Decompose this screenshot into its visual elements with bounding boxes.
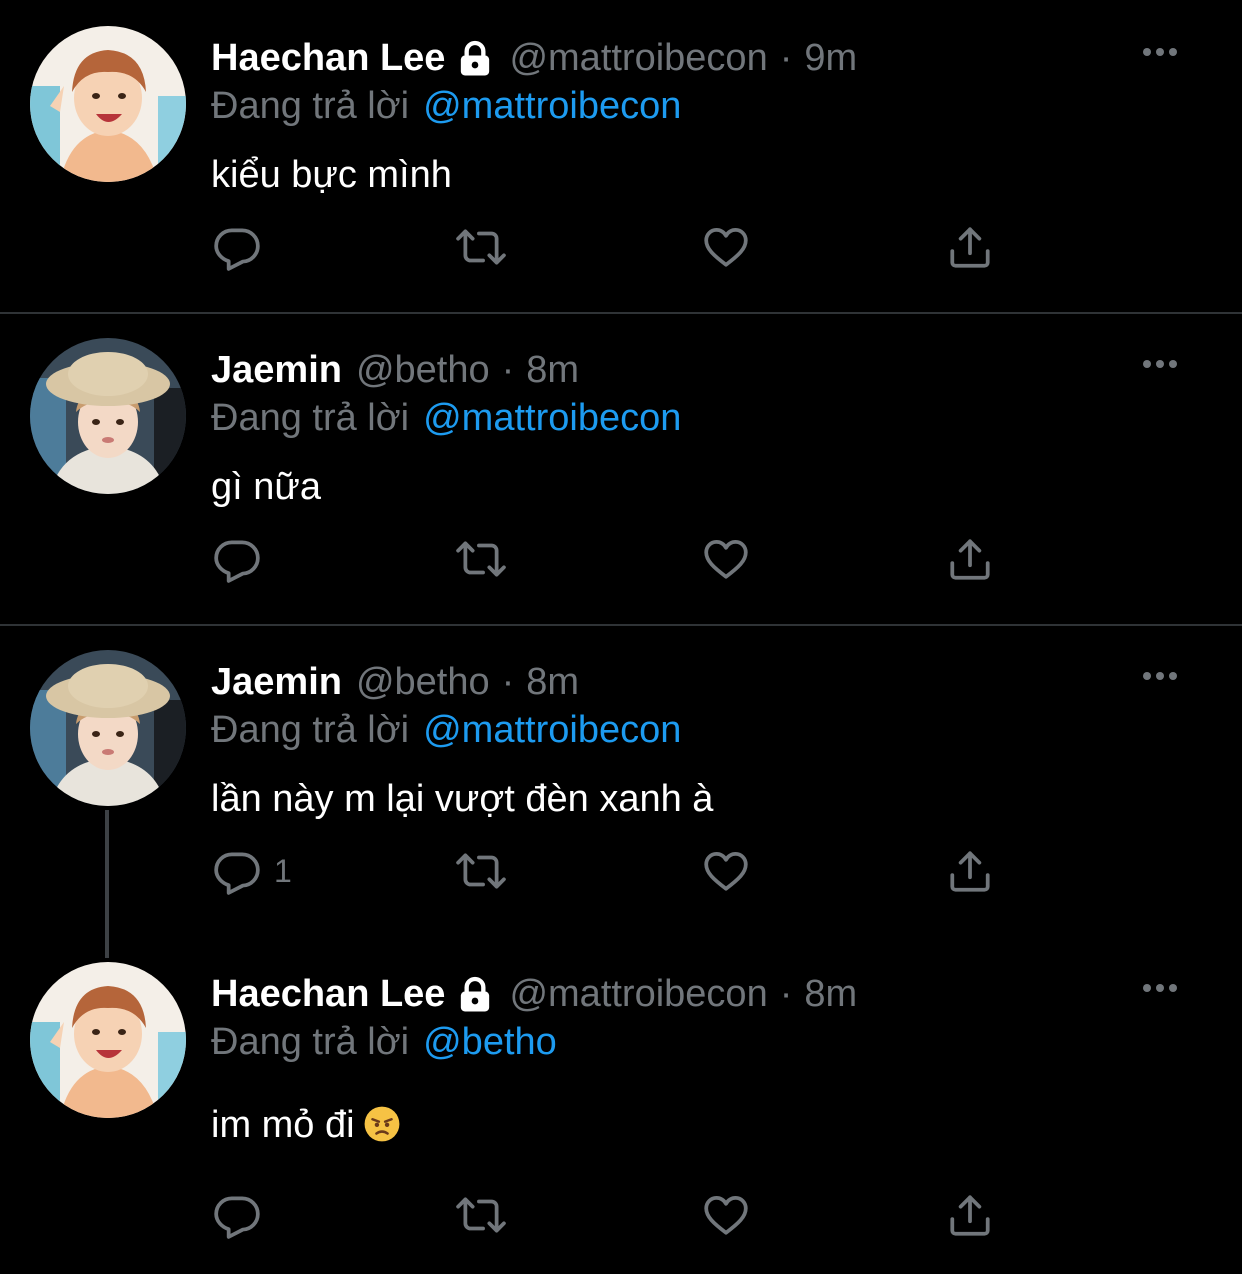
replying-to: Đang trả lời @mattroibecon <box>211 84 681 128</box>
retweet-icon <box>456 222 506 272</box>
action-bar <box>0 534 1242 618</box>
share-button[interactable] <box>945 534 995 584</box>
display-name[interactable]: Jaemin <box>211 348 342 392</box>
tweet[interactable]: Haechan Lee @mattroibecon · 9m Đang trả … <box>0 0 1242 312</box>
user-handle[interactable]: @betho <box>356 660 490 704</box>
action-bar: 1 <box>0 846 1242 930</box>
like-button[interactable] <box>701 534 751 584</box>
tweet-text: im mỏ đi <box>211 1102 401 1148</box>
tweet[interactable]: Jaemin @betho · 8m Đang trả lời @mattroib… <box>0 624 1242 958</box>
retweet-icon <box>456 846 506 896</box>
reply-icon <box>212 1190 262 1240</box>
tweet-text-content: im mỏ đi <box>211 1104 355 1146</box>
reply-button[interactable]: 1 <box>212 846 292 896</box>
display-name[interactable]: Haechan Lee <box>211 36 445 80</box>
replying-label: Đang trả lời <box>211 1021 410 1063</box>
action-bar <box>0 222 1242 306</box>
heart-icon <box>701 1190 751 1240</box>
more-icon[interactable] <box>1140 352 1180 376</box>
reply-button[interactable] <box>212 1190 274 1240</box>
retweet-button[interactable] <box>456 222 506 272</box>
retweet-button[interactable] <box>456 534 506 584</box>
mention-link[interactable]: @betho <box>423 1021 557 1063</box>
heart-icon <box>701 222 751 272</box>
share-icon <box>945 222 995 272</box>
avatar[interactable] <box>30 650 186 806</box>
tweet-header: Jaemin @betho · 8m <box>211 660 579 704</box>
reply-icon <box>212 534 262 584</box>
timestamp[interactable]: 8m <box>526 660 579 704</box>
tweet-header: Haechan Lee @mattroibecon · 8m <box>211 972 857 1016</box>
share-icon <box>945 534 995 584</box>
separator-dot: · <box>501 349 515 391</box>
tweet-text: gì nữa <box>211 466 321 508</box>
user-handle[interactable]: @mattroibecon <box>509 36 767 80</box>
replying-label: Đang trả lời <box>211 397 410 439</box>
action-bar <box>0 1190 1242 1274</box>
replying-to: Đang trả lời @betho <box>211 1020 557 1064</box>
retweet-icon <box>456 534 506 584</box>
like-button[interactable] <box>701 1190 751 1240</box>
separator-dot: · <box>779 973 793 1015</box>
timestamp[interactable]: 9m <box>804 36 857 80</box>
avatar[interactable] <box>30 338 186 494</box>
heart-icon <box>701 534 751 584</box>
tweet-header: Jaemin @betho · 8m <box>211 348 579 392</box>
reply-button[interactable] <box>212 534 274 584</box>
separator-dot: · <box>779 37 793 79</box>
angry-face-icon <box>363 1105 401 1143</box>
more-icon[interactable] <box>1140 664 1180 688</box>
reply-icon <box>212 222 262 272</box>
retweet-button[interactable] <box>456 1190 506 1240</box>
heart-icon <box>701 846 751 896</box>
replying-to: Đang trả lời @mattroibecon <box>211 396 681 440</box>
timestamp[interactable]: 8m <box>804 972 857 1016</box>
lock-icon <box>455 38 495 78</box>
mention-link[interactable]: @mattroibecon <box>423 397 681 439</box>
tweet-text: kiểu bực mình <box>211 154 452 196</box>
lock-icon <box>455 974 495 1014</box>
separator-dot: · <box>501 661 515 703</box>
retweet-icon <box>456 1190 506 1240</box>
user-handle[interactable]: @mattroibecon <box>509 972 767 1016</box>
timestamp[interactable]: 8m <box>526 348 579 392</box>
reply-icon <box>212 846 262 896</box>
user-handle[interactable]: @betho <box>356 348 490 392</box>
replying-label: Đang trả lời <box>211 85 410 127</box>
tweet[interactable]: Haechan Lee @mattroibecon · 8m Đang trả … <box>0 938 1242 1264</box>
avatar[interactable] <box>30 962 186 1118</box>
mention-link[interactable]: @mattroibecon <box>423 709 681 751</box>
share-button[interactable] <box>945 222 995 272</box>
share-button[interactable] <box>945 846 995 896</box>
tweet-text: lần này m lại vượt đèn xanh à <box>211 778 714 820</box>
share-icon <box>945 1190 995 1240</box>
avatar[interactable] <box>30 26 186 182</box>
mention-link[interactable]: @mattroibecon <box>423 85 681 127</box>
display-name[interactable]: Jaemin <box>211 660 342 704</box>
share-button[interactable] <box>945 1190 995 1240</box>
reply-count: 1 <box>274 852 292 889</box>
reply-button[interactable] <box>212 222 274 272</box>
like-button[interactable] <box>701 846 751 896</box>
retweet-button[interactable] <box>456 846 506 896</box>
more-icon[interactable] <box>1140 40 1180 64</box>
like-button[interactable] <box>701 222 751 272</box>
display-name[interactable]: Haechan Lee <box>211 972 445 1016</box>
replying-to: Đang trả lời @mattroibecon <box>211 708 681 752</box>
share-icon <box>945 846 995 896</box>
tweet[interactable]: Jaemin @betho · 8m Đang trả lời @mattroib… <box>0 312 1242 624</box>
replying-label: Đang trả lời <box>211 709 410 751</box>
more-icon[interactable] <box>1140 976 1180 1000</box>
tweet-header: Haechan Lee @mattroibecon · 9m <box>211 36 857 80</box>
